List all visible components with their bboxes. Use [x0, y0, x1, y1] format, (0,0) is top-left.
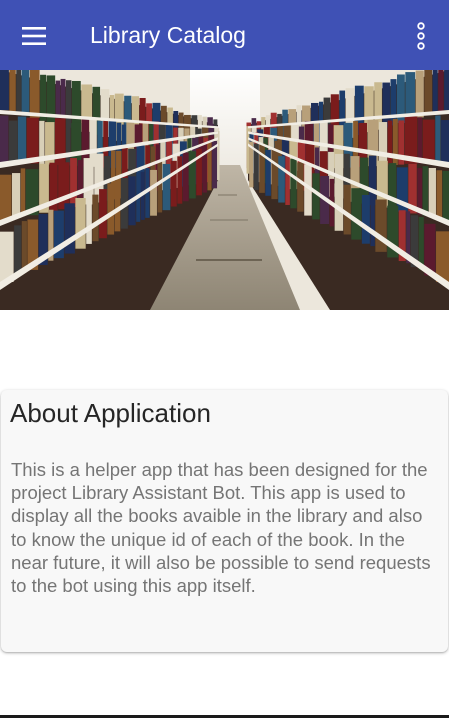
hero-image [0, 70, 449, 310]
app-title: Library Catalog [90, 22, 246, 48]
library-bookshelves-image [0, 70, 449, 310]
about-card: About Application This is a helper app t… [1, 390, 448, 652]
navigation-menu-button[interactable] [12, 14, 56, 58]
app-bar: Library Catalog [0, 0, 449, 70]
hamburger-menu-icon [22, 27, 46, 45]
more-vertical-icon [417, 22, 425, 50]
about-description: This is a helper app that has been desig… [11, 459, 431, 597]
app-root: Library Catalog About Application This i… [0, 0, 449, 718]
overflow-menu-button[interactable] [399, 14, 443, 58]
about-title: About Application [10, 398, 211, 428]
